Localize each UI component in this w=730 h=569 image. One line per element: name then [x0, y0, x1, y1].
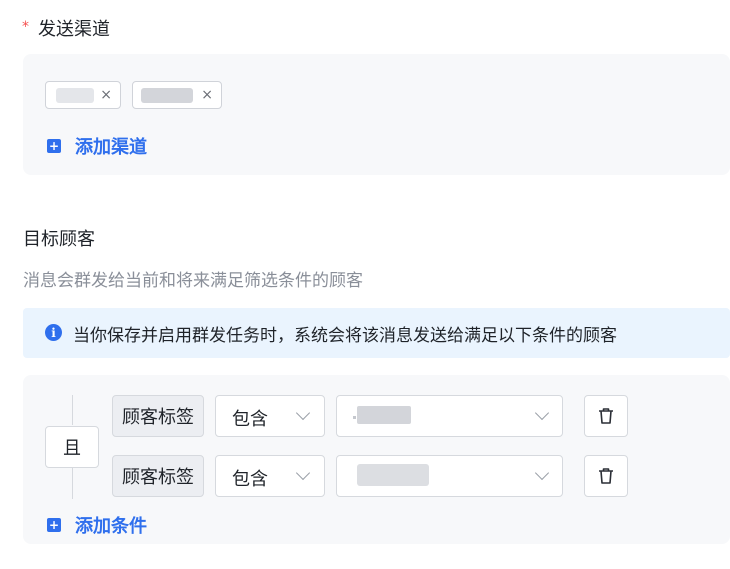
operator-value: 包含 [232, 469, 268, 490]
delete-condition-button[interactable] [584, 395, 628, 437]
chevron-down-icon [295, 405, 311, 421]
info-text: 当你保存并启用群发任务时，系统会将该消息发送给满足以下条件的顾客 [73, 326, 617, 346]
channel-chip[interactable]: × [45, 81, 121, 109]
info-banner: i 当你保存并启用群发任务时，系统会将该消息发送给满足以下条件的顾客 [23, 308, 730, 358]
value-redacted [357, 406, 411, 424]
condition-field-select[interactable]: 顾客标签 [112, 395, 204, 437]
trash-icon [599, 408, 613, 424]
condition-field-select[interactable]: 顾客标签 [112, 455, 204, 497]
add-condition-label: 添加条件 [75, 516, 147, 537]
add-channel-label: 添加渠道 [75, 137, 147, 158]
chevron-down-icon [534, 405, 550, 421]
target-section-label: 目标顾客 [23, 229, 95, 250]
chip-value-redacted [141, 88, 193, 103]
plus-square-icon: + [47, 139, 61, 153]
add-condition-button[interactable]: + 添加条件 [47, 512, 147, 538]
chip-remove-icon[interactable]: × [100, 85, 112, 105]
info-icon: i [45, 324, 62, 341]
condition-operator-select[interactable]: 包含 [215, 455, 325, 497]
delete-condition-button[interactable] [584, 455, 628, 497]
operator-value: 包含 [232, 409, 268, 430]
trash-icon [599, 468, 613, 484]
required-mark: * [22, 19, 29, 35]
condition-operator-select[interactable]: 包含 [215, 395, 325, 437]
chevron-down-icon [534, 465, 550, 481]
plus-square-icon: + [47, 518, 61, 532]
condition-value-select[interactable] [336, 395, 563, 437]
channel-section-label: 发送渠道 [38, 19, 110, 40]
target-section-description: 消息会群发给当前和将来满足筛选条件的顾客 [23, 271, 363, 291]
channel-chip[interactable]: × [132, 81, 222, 109]
chip-value-redacted [56, 88, 94, 103]
chip-remove-icon[interactable]: × [201, 85, 213, 105]
condition-panel: 且 顾客标签 包含 顾客标签 包含 + 添加条件 [23, 375, 730, 544]
add-channel-button[interactable]: + 添加渠道 [47, 133, 147, 159]
condition-value-select[interactable] [336, 455, 563, 497]
value-redacted [357, 464, 429, 486]
logic-bracket-line [72, 467, 73, 499]
channel-panel: × × + 添加渠道 [23, 54, 730, 175]
chevron-down-icon [295, 465, 311, 481]
value-redacted-dot [353, 416, 356, 419]
logic-operator-toggle[interactable]: 且 [45, 426, 99, 468]
logic-bracket-line [72, 395, 73, 425]
